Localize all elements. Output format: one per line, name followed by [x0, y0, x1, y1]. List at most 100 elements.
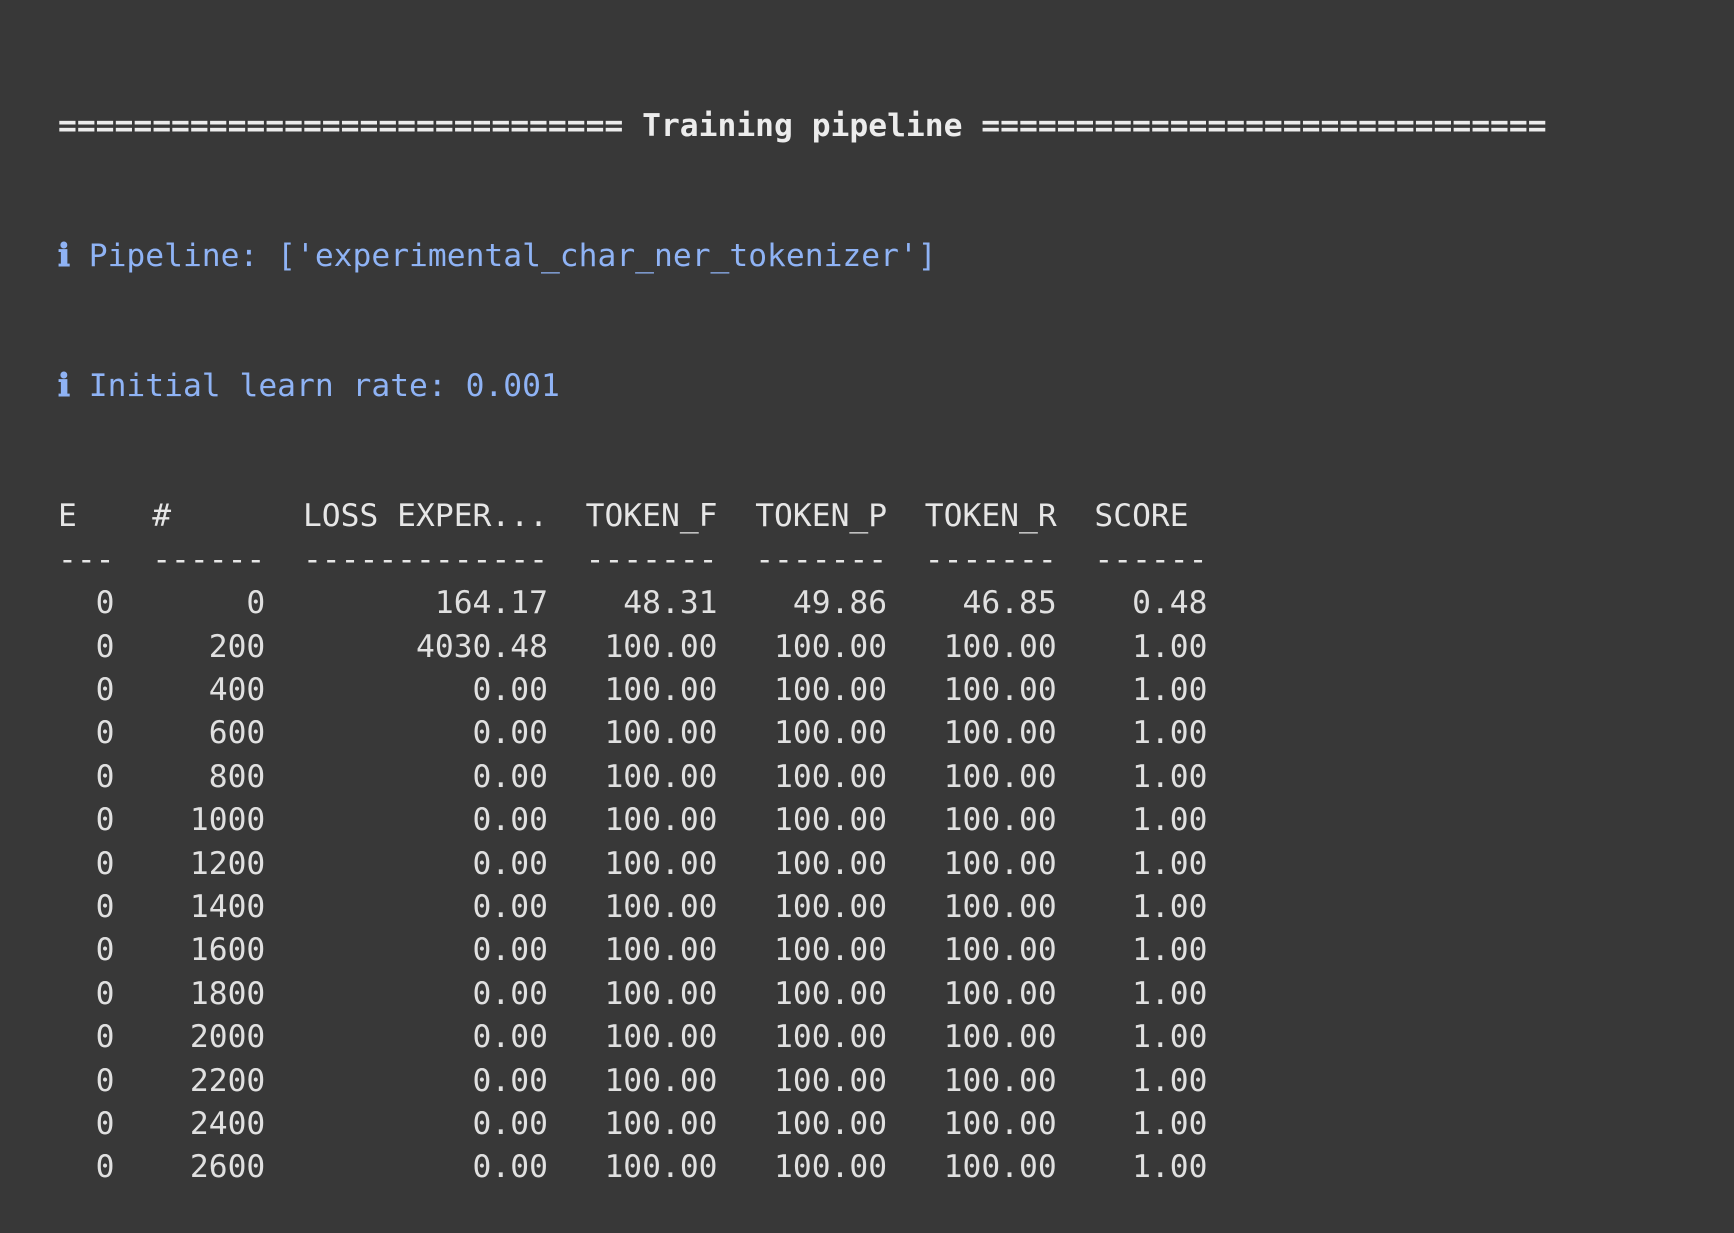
hdr-cell: TOKEN_P: [755, 498, 888, 535]
table-row: 0 1400 0.00 100.00 100.00 100.00 1.00: [58, 886, 1547, 929]
info-icon: ℹ: [58, 238, 70, 275]
row-cell: 100.00: [755, 1105, 888, 1142]
table-header: E # LOSS EXPER... TOKEN_F TOKEN_P TOKEN_…: [58, 495, 1547, 538]
row-cell: 100.00: [585, 1149, 718, 1186]
row-cell: 0.00: [302, 802, 548, 839]
row-cell: 1800: [152, 975, 266, 1012]
table-row: 0 1800 0.00 100.00 100.00 100.00 1.00: [58, 973, 1547, 1016]
row-cell: 100.00: [585, 1019, 718, 1056]
row-cell: 1.00: [1094, 932, 1208, 969]
hdr-cell: E: [58, 498, 115, 535]
rule-cell: -------------: [302, 541, 548, 578]
row-cell: 1.00: [1094, 1062, 1208, 1099]
row-cell: 100.00: [585, 715, 718, 752]
row-cell: 100.00: [924, 715, 1057, 752]
row-cell: 100.00: [755, 845, 888, 882]
row-cell: 0: [58, 1149, 115, 1186]
row-cell: 2200: [152, 1062, 266, 1099]
row-cell: 400: [152, 671, 266, 708]
row-cell: 100.00: [755, 671, 888, 708]
row-cell: 100.00: [755, 975, 888, 1012]
table-row: 0 1200 0.00 100.00 100.00 100.00 1.00: [58, 843, 1547, 886]
row-cell: 1000: [152, 802, 266, 839]
hdr-cell: #: [152, 498, 266, 535]
rule-cell: -------: [755, 541, 888, 578]
row-cell: 100.00: [755, 1149, 888, 1186]
info-text-pipeline: Pipeline: ['experimental_char_ner_tokeni…: [88, 238, 937, 275]
info-text-learn-rate: Initial learn rate: 0.001: [88, 368, 560, 405]
table-row: 0 400 0.00 100.00 100.00 100.00 1.00: [58, 669, 1547, 712]
row-cell: 100.00: [585, 888, 718, 925]
row-cell: 100.00: [585, 802, 718, 839]
title-rule-right: ==============================: [981, 107, 1547, 144]
row-cell: 0.00: [302, 715, 548, 752]
row-cell: 100.00: [755, 932, 888, 969]
row-cell: 100.00: [585, 845, 718, 882]
row-cell: 48.31: [585, 585, 718, 622]
row-cell: 2600: [152, 1149, 266, 1186]
row-cell: 200: [152, 628, 266, 665]
row-cell: 1.00: [1094, 758, 1208, 795]
terminal-output: ============================== Training …: [58, 18, 1547, 1233]
row-cell: 100.00: [924, 628, 1057, 665]
row-cell: 0: [58, 802, 115, 839]
hdr-cell: TOKEN_R: [924, 498, 1057, 535]
rule-cell: -------: [924, 541, 1057, 578]
row-cell: 1.00: [1094, 628, 1208, 665]
row-cell: 100.00: [924, 888, 1057, 925]
row-cell: 100.00: [755, 802, 888, 839]
hdr-cell: TOKEN_F: [585, 498, 718, 535]
row-cell: 1.00: [1094, 1149, 1208, 1186]
hdr-cell: SCORE: [1094, 498, 1208, 535]
row-cell: 0: [58, 671, 115, 708]
row-cell: 1.00: [1094, 671, 1208, 708]
table-row: 0 1000 0.00 100.00 100.00 100.00 1.00: [58, 799, 1547, 842]
row-cell: 164.17: [302, 585, 548, 622]
table-row: 0 0 164.17 48.31 49.86 46.85 0.48: [58, 582, 1547, 625]
row-cell: 1.00: [1094, 1019, 1208, 1056]
training-table: E # LOSS EXPER... TOKEN_F TOKEN_P TOKEN_…: [58, 495, 1547, 1189]
row-cell: 100.00: [585, 932, 718, 969]
row-cell: 100.00: [755, 888, 888, 925]
table-row: 0 2400 0.00 100.00 100.00 100.00 1.00: [58, 1103, 1547, 1146]
hdr-cell: LOSS EXPER...: [302, 498, 548, 535]
title-rule-left: ==============================: [58, 107, 624, 144]
row-cell: 100.00: [924, 975, 1057, 1012]
row-cell: 100.00: [585, 758, 718, 795]
info-line-learn-rate: ℹ Initial learn rate: 0.001: [58, 365, 1547, 408]
row-cell: 100.00: [585, 1105, 718, 1142]
rule-cell: ---: [58, 541, 115, 578]
table-row: 0 2600 0.00 100.00 100.00 100.00 1.00: [58, 1146, 1547, 1189]
row-cell: 100.00: [585, 671, 718, 708]
row-cell: 100.00: [924, 802, 1057, 839]
row-cell: 600: [152, 715, 266, 752]
row-cell: 1400: [152, 888, 266, 925]
row-cell: 100.00: [585, 628, 718, 665]
table-row: 0 800 0.00 100.00 100.00 100.00 1.00: [58, 756, 1547, 799]
info-icon: ℹ: [58, 368, 70, 405]
row-cell: 0.00: [302, 1019, 548, 1056]
table-row: 0 1600 0.00 100.00 100.00 100.00 1.00: [58, 929, 1547, 972]
table-row: 0 2200 0.00 100.00 100.00 100.00 1.00: [58, 1060, 1547, 1103]
row-cell: 0: [58, 1062, 115, 1099]
row-cell: 100.00: [924, 1149, 1057, 1186]
row-cell: 0: [58, 1019, 115, 1056]
row-cell: 0.00: [302, 975, 548, 1012]
row-cell: 100.00: [585, 975, 718, 1012]
row-cell: 0: [58, 888, 115, 925]
section-title-line: ============================== Training …: [58, 105, 1547, 148]
row-cell: 0.00: [302, 758, 548, 795]
row-cell: 100.00: [585, 1062, 718, 1099]
row-cell: 0.00: [302, 671, 548, 708]
info-line-pipeline: ℹ Pipeline: ['experimental_char_ner_toke…: [58, 235, 1547, 278]
row-cell: 1.00: [1094, 845, 1208, 882]
row-cell: 100.00: [924, 932, 1057, 969]
row-cell: 0.00: [302, 932, 548, 969]
rule-cell: ------: [1094, 541, 1208, 578]
table-row: 0 200 4030.48 100.00 100.00 100.00 1.00: [58, 626, 1547, 669]
table-rule: --- ------ ------------- ------- -------…: [58, 539, 1547, 582]
table-row: 0 600 0.00 100.00 100.00 100.00 1.00: [58, 712, 1547, 755]
row-cell: 46.85: [924, 585, 1057, 622]
row-cell: 2400: [152, 1105, 266, 1142]
row-cell: 800: [152, 758, 266, 795]
